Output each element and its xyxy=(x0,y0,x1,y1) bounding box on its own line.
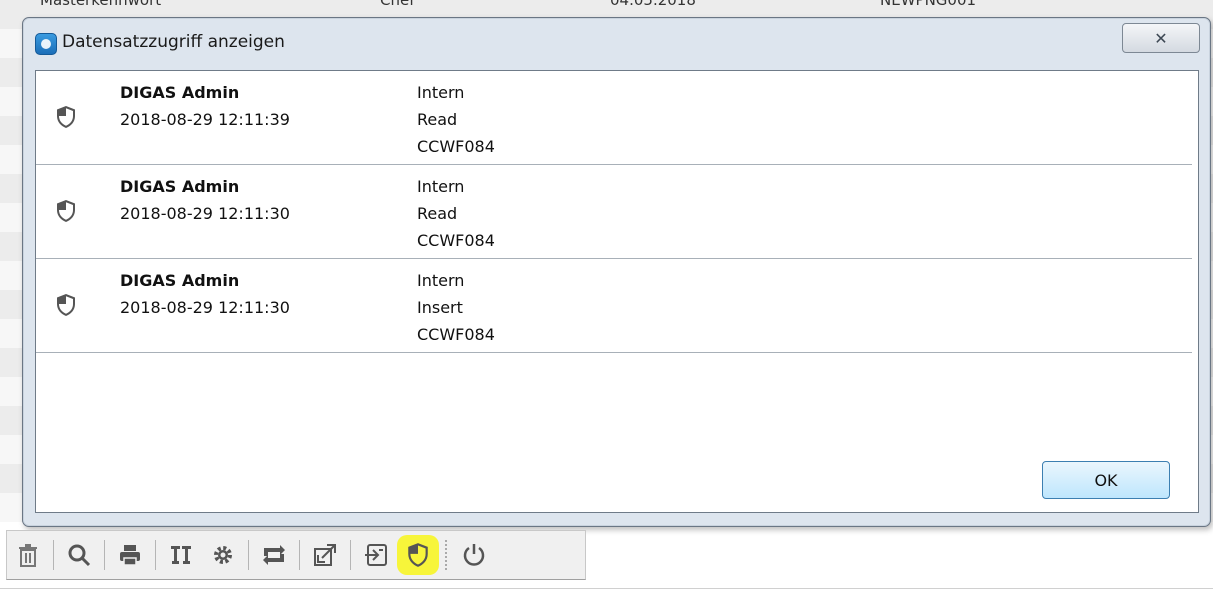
search-button[interactable] xyxy=(58,535,100,575)
record-access-button[interactable] xyxy=(397,535,439,575)
sync-button[interactable] xyxy=(253,535,295,575)
sync-icon xyxy=(263,545,285,565)
search-icon xyxy=(68,544,91,567)
ok-button[interactable]: OK xyxy=(1042,461,1170,499)
bg-header-text: 04.05.2018 xyxy=(610,0,696,9)
toolbar-separator xyxy=(53,540,54,570)
entry-timestamp: 2018-08-29 12:11:30 xyxy=(120,298,290,317)
shield-icon xyxy=(57,106,75,128)
toolbar-separator xyxy=(350,540,351,570)
entry-source: Intern xyxy=(417,177,465,196)
print-icon xyxy=(120,545,140,566)
divider xyxy=(0,588,1213,589)
delete-icon xyxy=(19,544,37,567)
toolbar-separator xyxy=(155,540,156,570)
power-icon xyxy=(463,544,485,566)
import-button[interactable] xyxy=(355,535,397,575)
toolbar-separator xyxy=(248,540,249,570)
print-button[interactable] xyxy=(109,535,151,575)
record-access-dialog: Datensatzzugriff anzeigen ✕ DIGAS Admin … xyxy=(22,17,1211,527)
entry-source: Intern xyxy=(417,271,465,290)
entry-action: Read xyxy=(417,110,458,129)
settings-button[interactable] xyxy=(202,535,244,575)
entry-action: Read xyxy=(417,204,458,223)
entry-user: DIGAS Admin xyxy=(120,177,240,196)
toolbar-separator xyxy=(299,540,300,570)
entry-timestamp: 2018-08-29 12:11:30 xyxy=(120,204,290,223)
entry-user: DIGAS Admin xyxy=(120,83,240,102)
bg-header-text: Masterkennwort xyxy=(40,0,162,9)
bg-header-text: Chef xyxy=(380,0,415,9)
access-list: DIGAS Admin 2018-08-29 12:11:39 Intern R… xyxy=(35,70,1199,513)
shield-icon xyxy=(408,543,428,567)
shield-icon xyxy=(57,294,75,316)
close-button[interactable]: ✕ xyxy=(1122,23,1200,53)
sort-button[interactable] xyxy=(160,535,202,575)
list-item[interactable]: DIGAS Admin 2018-08-29 12:11:30 Intern R… xyxy=(36,165,1192,259)
entry-action: Insert xyxy=(417,298,463,317)
entry-workstation: CCWF084 xyxy=(417,137,495,156)
entry-timestamp: 2018-08-29 12:11:39 xyxy=(120,110,290,129)
settings-icon xyxy=(214,546,232,564)
bottom-toolbar xyxy=(6,530,586,580)
bg-header-text: NEWPNG001 xyxy=(880,0,977,9)
dialog-title: Datensatzzugriff anzeigen xyxy=(62,32,285,52)
entry-source: Intern xyxy=(417,83,465,102)
sort-icon xyxy=(171,546,191,564)
toolbar-separator xyxy=(445,540,447,570)
list-item[interactable]: DIGAS Admin 2018-08-29 12:11:30 Intern I… xyxy=(36,259,1192,353)
expand-icon xyxy=(314,544,336,566)
entry-user: DIGAS Admin xyxy=(120,271,240,290)
entry-workstation: CCWF084 xyxy=(417,325,495,344)
power-button[interactable] xyxy=(453,535,495,575)
entry-workstation: CCWF084 xyxy=(417,231,495,250)
dialog-titlebar[interactable]: Datensatzzugriff anzeigen ✕ xyxy=(23,18,1210,70)
app-icon xyxy=(35,33,57,55)
close-icon: ✕ xyxy=(1154,28,1168,48)
shield-icon xyxy=(57,200,75,222)
expand-button[interactable] xyxy=(304,535,346,575)
toolbar-separator xyxy=(104,540,105,570)
list-item[interactable]: DIGAS Admin 2018-08-29 12:11:39 Intern R… xyxy=(36,71,1192,165)
delete-button[interactable] xyxy=(7,535,49,575)
import-icon xyxy=(365,544,387,566)
